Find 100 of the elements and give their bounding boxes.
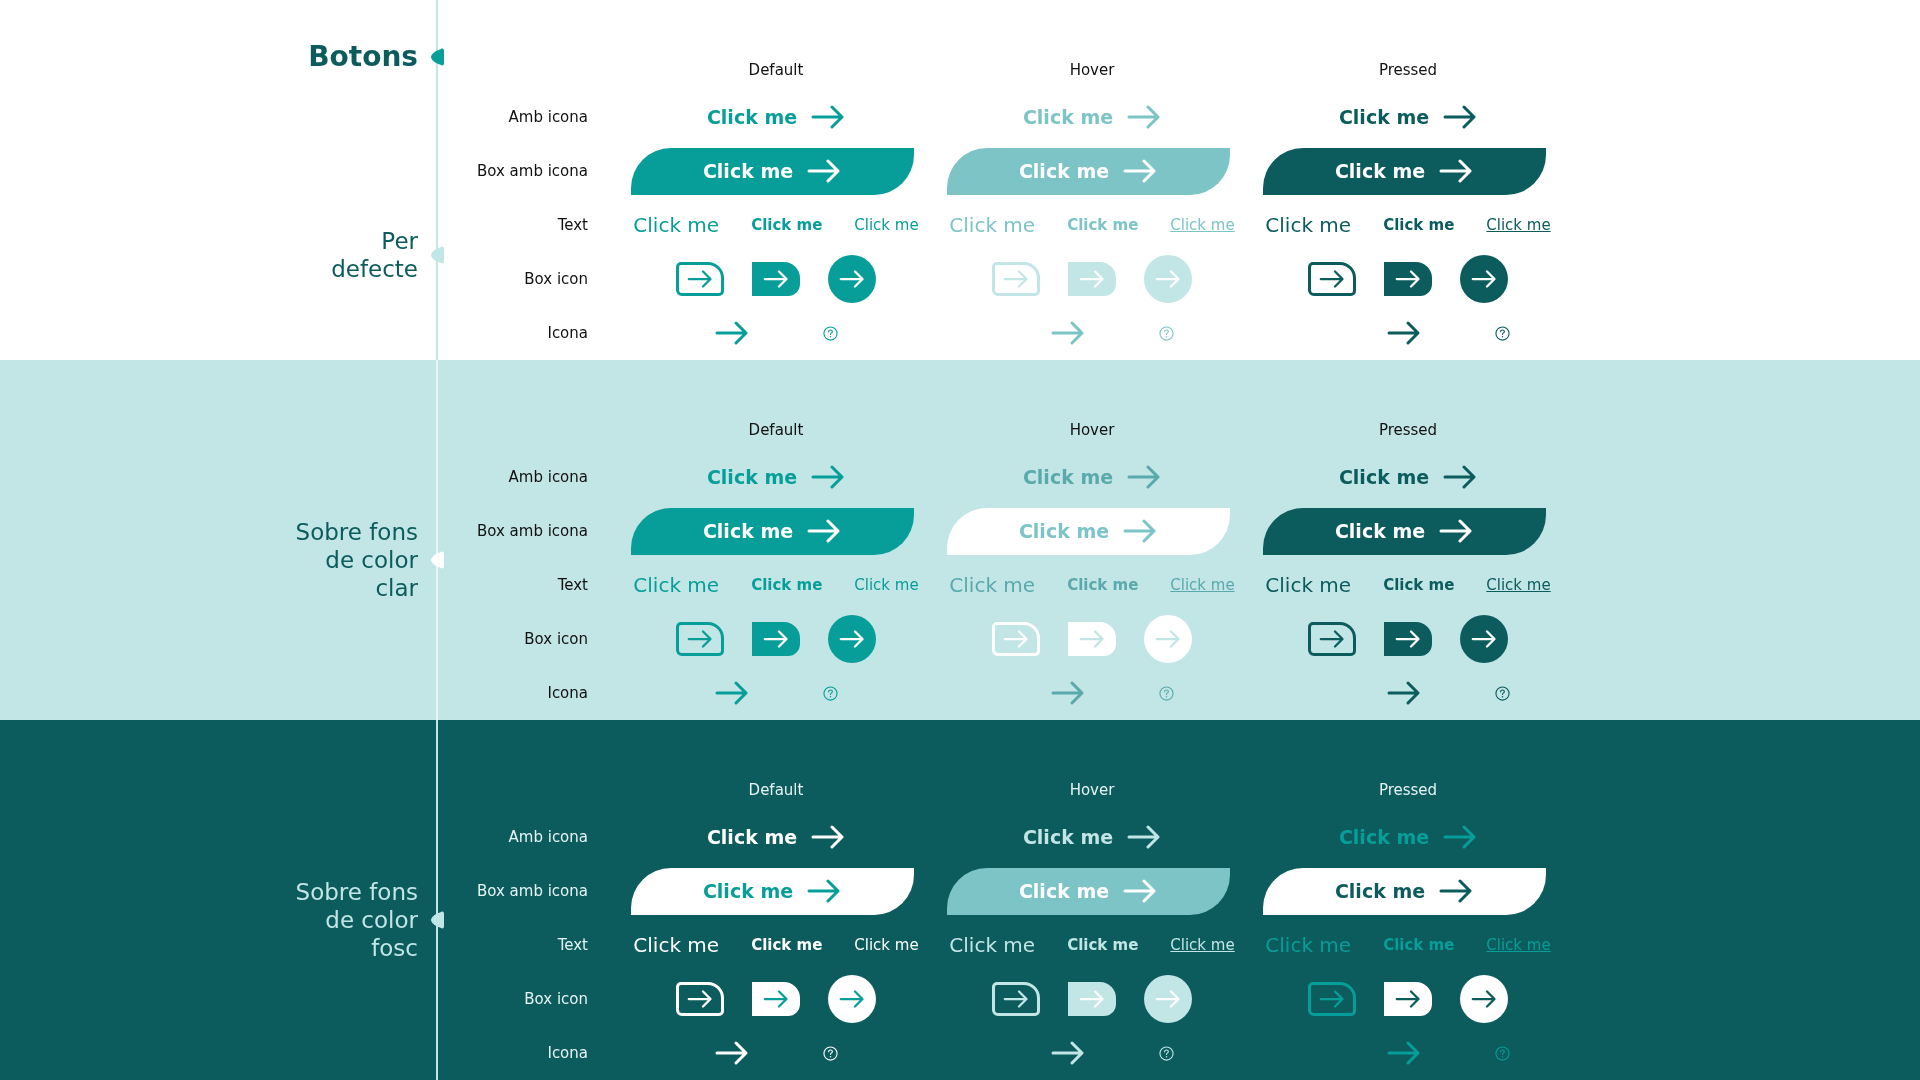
- arrow-icon: [1471, 270, 1497, 288]
- arrow-icon[interactable]: [1386, 680, 1421, 706]
- arrow-icon: [1003, 270, 1029, 288]
- link-button[interactable]: Click me: [706, 825, 846, 849]
- text-link[interactable]: Click me: [854, 576, 919, 594]
- arrow-icon: [1127, 105, 1162, 129]
- help-icon[interactable]: [822, 325, 838, 341]
- row-label: Box icon: [523, 270, 588, 288]
- arrow-icon: [1319, 990, 1345, 1008]
- arrow-icon: [1079, 990, 1105, 1008]
- text-link[interactable]: Click me: [1383, 936, 1455, 954]
- icon-button[interactable]: [828, 975, 876, 1023]
- arrow-icon: [1471, 630, 1497, 648]
- help-icon[interactable]: [1494, 685, 1510, 701]
- arrow-icon: [839, 990, 865, 1008]
- button[interactable]: Click me: [630, 147, 914, 195]
- arrow-icon: [1155, 630, 1181, 648]
- text-link[interactable]: Click me: [1265, 573, 1352, 597]
- section-title: Per defecte: [330, 227, 418, 283]
- link-button[interactable]: Click me: [1022, 825, 1162, 849]
- text-link[interactable]: Click me: [949, 213, 1036, 237]
- arrow-icon: [763, 270, 789, 288]
- icon-button[interactable]: [1384, 982, 1432, 1016]
- icon-button[interactable]: [676, 262, 724, 296]
- icon-button[interactable]: [752, 262, 800, 296]
- arrow-icon: [763, 990, 789, 1008]
- text-link[interactable]: Click me: [633, 933, 720, 957]
- arrow-icon[interactable]: [1386, 320, 1421, 346]
- column-header: Default: [748, 781, 804, 799]
- text-link[interactable]: Click me: [1170, 576, 1235, 594]
- link-button[interactable]: Click me: [706, 465, 846, 489]
- arrow-icon[interactable]: [1050, 1040, 1085, 1066]
- text-link[interactable]: Click me: [1170, 216, 1235, 234]
- text-link[interactable]: Click me: [633, 213, 720, 237]
- row-label: Icona: [546, 1044, 588, 1062]
- arrow-icon: [807, 519, 842, 543]
- arrow-icon: [1123, 159, 1158, 183]
- row-label: Text: [556, 576, 588, 594]
- text-link[interactable]: Click me: [854, 936, 919, 954]
- text-link[interactable]: Click me: [1486, 936, 1551, 954]
- text-link[interactable]: Click me: [1067, 216, 1139, 234]
- text-link[interactable]: Click me: [1265, 213, 1352, 237]
- text-link[interactable]: Click me: [1067, 576, 1139, 594]
- link-button[interactable]: Click me: [1338, 105, 1478, 129]
- link-button[interactable]: Click me: [1338, 825, 1478, 849]
- button[interactable]: Click me: [630, 867, 914, 915]
- text-link[interactable]: Click me: [1170, 936, 1235, 954]
- row-label: Text: [556, 216, 588, 234]
- icon-button[interactable]: [1460, 615, 1508, 663]
- icon-button[interactable]: [1308, 262, 1356, 296]
- text-link[interactable]: Click me: [949, 933, 1036, 957]
- text-link[interactable]: Click me: [1067, 936, 1139, 954]
- row-label: Box icon: [523, 990, 588, 1008]
- icon-button[interactable]: [752, 622, 800, 656]
- icon-button[interactable]: [1144, 975, 1192, 1023]
- text-link[interactable]: Click me: [751, 576, 823, 594]
- icon-button[interactable]: [1068, 982, 1116, 1016]
- arrow-icon[interactable]: [714, 320, 749, 346]
- link-button[interactable]: Click me: [706, 105, 846, 129]
- icon-button[interactable]: [828, 255, 876, 303]
- text-link[interactable]: Click me: [854, 216, 919, 234]
- text-link[interactable]: Click me: [1383, 576, 1455, 594]
- icon-button[interactable]: [1308, 622, 1356, 656]
- arrow-icon: [1395, 270, 1421, 288]
- text-link[interactable]: Click me: [1265, 933, 1352, 957]
- text-link[interactable]: Click me: [751, 936, 823, 954]
- button[interactable]: Click me: [1262, 147, 1546, 195]
- button[interactable]: Click me: [1262, 867, 1546, 915]
- link-button[interactable]: Click me: [1022, 465, 1162, 489]
- text-link[interactable]: Click me: [1486, 576, 1551, 594]
- text-link[interactable]: Click me: [949, 573, 1036, 597]
- row-label: Icona: [546, 324, 588, 342]
- icon-button[interactable]: [1384, 262, 1432, 296]
- button[interactable]: Click me: [630, 507, 914, 555]
- button[interactable]: Click me: [946, 507, 1230, 555]
- help-icon[interactable]: [1494, 325, 1510, 341]
- icon-button[interactable]: [1384, 622, 1432, 656]
- arrow-icon[interactable]: [714, 1040, 749, 1066]
- icon-button[interactable]: [1460, 255, 1508, 303]
- button[interactable]: Click me: [1262, 507, 1546, 555]
- arrow-icon: [1439, 159, 1474, 183]
- link-button[interactable]: Click me: [1022, 105, 1162, 129]
- arrow-icon: [1127, 825, 1162, 849]
- arrow-icon: [1123, 519, 1158, 543]
- text-link[interactable]: Click me: [1383, 216, 1455, 234]
- icon-button[interactable]: [752, 982, 800, 1016]
- arrow-icon: [839, 630, 865, 648]
- text-link[interactable]: Click me: [1486, 216, 1551, 234]
- column-header: Hover: [1069, 781, 1115, 799]
- link-button[interactable]: Click me: [1338, 465, 1478, 489]
- text-link[interactable]: Click me: [633, 573, 720, 597]
- icon-button[interactable]: [828, 615, 876, 663]
- button[interactable]: Click me: [946, 147, 1230, 195]
- arrow-icon: [687, 270, 713, 288]
- icon-button[interactable]: [1460, 975, 1508, 1023]
- arrow-icon: [1079, 270, 1105, 288]
- arrow-icon: [1155, 270, 1181, 288]
- button[interactable]: Click me: [946, 867, 1230, 915]
- row-label: Box amb icona: [475, 522, 588, 540]
- text-link[interactable]: Click me: [751, 216, 823, 234]
